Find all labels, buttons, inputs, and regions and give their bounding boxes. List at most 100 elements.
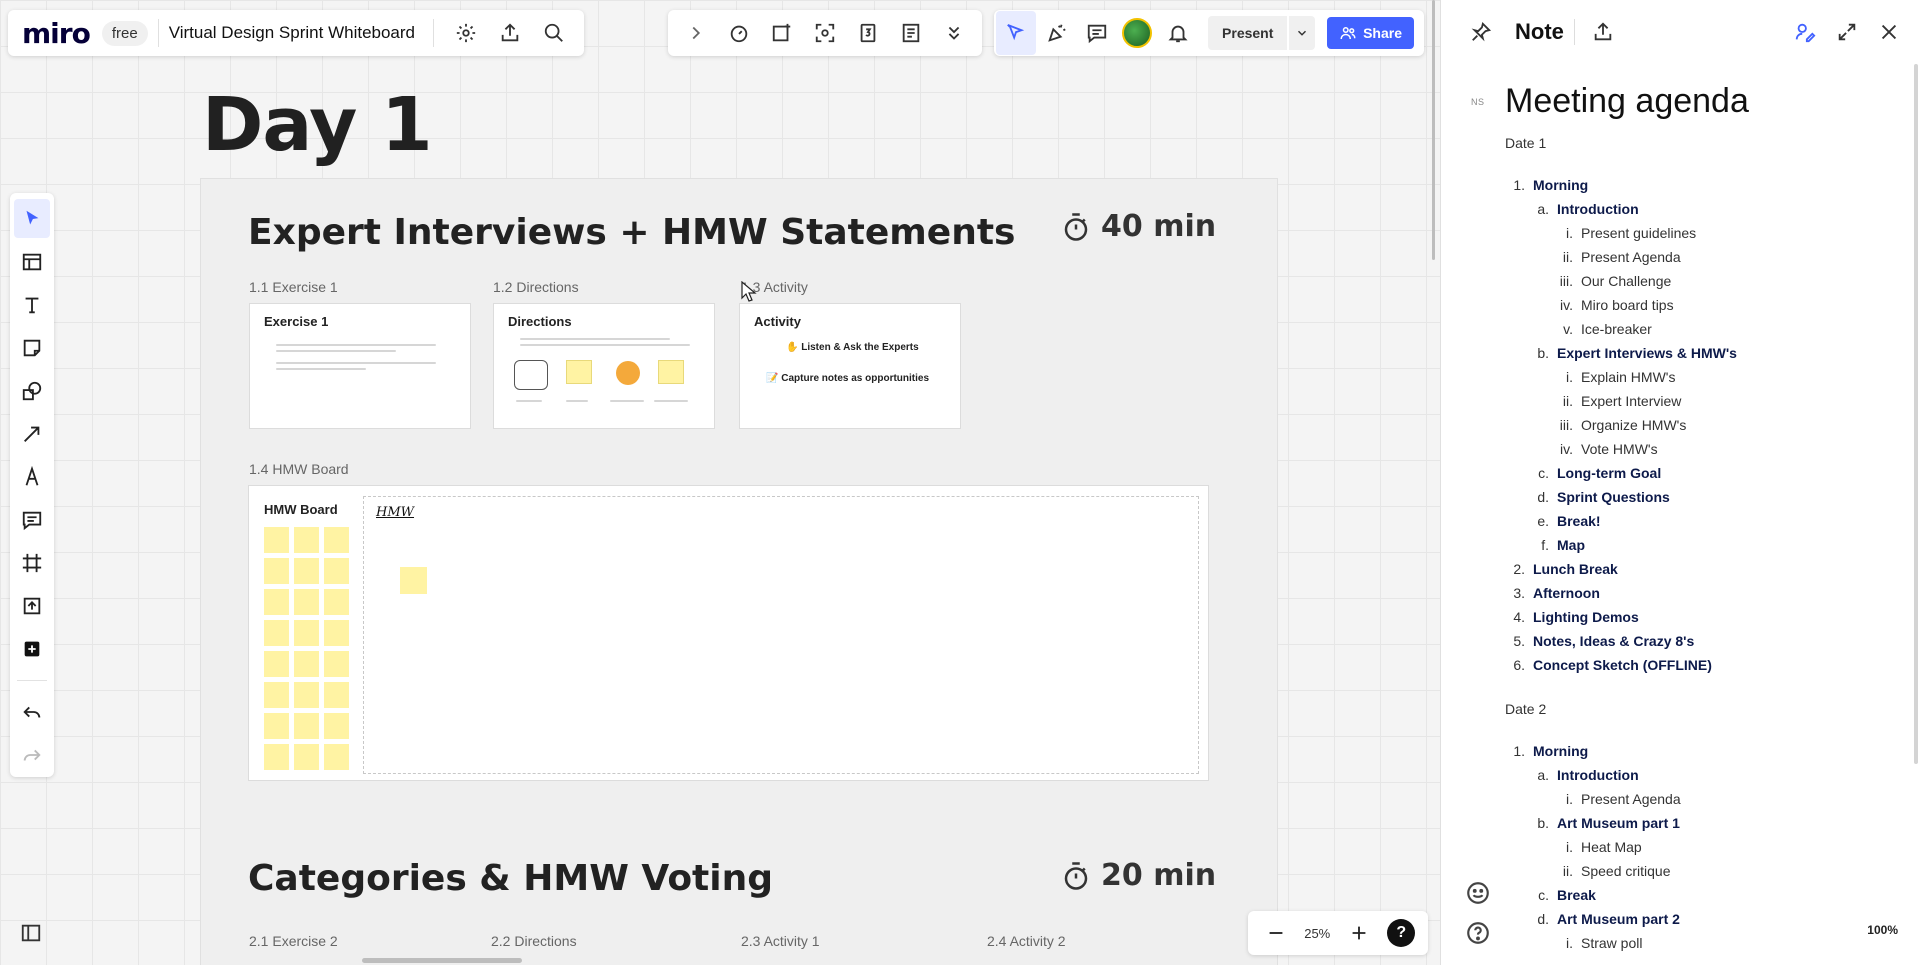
sticky-note[interactable]: [294, 713, 319, 739]
sticky-note[interactable]: [294, 682, 319, 708]
sticky-note[interactable]: [294, 527, 319, 553]
sticky-note[interactable]: [324, 744, 349, 770]
sticky-note[interactable]: [264, 620, 289, 646]
focus-button[interactable]: [803, 11, 846, 55]
shapes-tool[interactable]: [14, 371, 50, 410]
agenda-item[interactable]: e. Break!: [1505, 509, 1885, 533]
agenda-item[interactable]: i. Heat Map: [1505, 835, 1885, 859]
agenda-item[interactable]: 6. Concept Sketch (OFFLINE): [1505, 653, 1885, 677]
agenda-item[interactable]: ii. Speed critique: [1505, 859, 1885, 883]
sticky-note[interactable]: [324, 620, 349, 646]
miro-logo[interactable]: miro: [22, 17, 91, 50]
text-tool[interactable]: [14, 285, 50, 324]
user-avatar-button[interactable]: [1117, 11, 1157, 55]
export-button[interactable]: [488, 11, 532, 55]
zoom-in-button[interactable]: [1344, 911, 1374, 955]
timer-button[interactable]: [717, 11, 760, 55]
agenda-item[interactable]: f. Map: [1505, 533, 1885, 557]
connector-tool[interactable]: [14, 414, 50, 453]
zoom-level[interactable]: 25%: [1304, 926, 1330, 941]
present-button[interactable]: Present: [1208, 16, 1288, 50]
hmw-drop-area[interactable]: HMW: [363, 496, 1199, 774]
agenda-item[interactable]: d. Sprint Questions: [1505, 485, 1885, 509]
agenda-item[interactable]: c. Long-term Goal: [1505, 461, 1885, 485]
directions-card[interactable]: Directions: [493, 303, 715, 429]
sticky-note[interactable]: [324, 589, 349, 615]
frame-tool[interactable]: [14, 543, 50, 582]
board-title[interactable]: Virtual Design Sprint Whiteboard: [169, 23, 415, 43]
more-tools-button[interactable]: [933, 11, 976, 55]
export-note-button[interactable]: [1585, 14, 1621, 50]
sticky-note[interactable]: [264, 651, 289, 677]
collapse-button[interactable]: [674, 11, 717, 55]
redo-button[interactable]: [14, 736, 50, 775]
pen-tool[interactable]: [14, 457, 50, 496]
plan-badge[interactable]: free: [101, 20, 148, 46]
reactions-button[interactable]: [1036, 11, 1076, 55]
note-content[interactable]: Meeting agenda Date 1 1. Morning a. Introdu…: [1505, 82, 1885, 955]
upload-tool[interactable]: [14, 586, 50, 625]
agenda-item[interactable]: d. Art Museum part 2: [1505, 907, 1885, 931]
close-button[interactable]: [1871, 14, 1907, 50]
agenda-item[interactable]: ii. Expert Interview: [1505, 389, 1885, 413]
activity-card[interactable]: Activity ✋ Listen & Ask the Experts 📝 Ca…: [739, 303, 961, 429]
comments-button[interactable]: [1077, 11, 1117, 55]
undo-button[interactable]: [14, 693, 50, 732]
agenda-item[interactable]: iv. Vote HMW's: [1505, 437, 1885, 461]
sticky-note[interactable]: [264, 682, 289, 708]
note-scrollbar[interactable]: [1914, 64, 1918, 764]
notes-button[interactable]: [890, 11, 933, 55]
emoji-button[interactable]: [1465, 880, 1491, 906]
vertical-scrollbar[interactable]: [1432, 0, 1435, 260]
agenda-item[interactable]: iii. Organize HMW's: [1505, 413, 1885, 437]
sticky-note[interactable]: [294, 620, 319, 646]
select-mode-button[interactable]: [996, 11, 1037, 55]
agenda-item[interactable]: 2. Lunch Break: [1505, 557, 1885, 581]
comment-tool[interactable]: [14, 500, 50, 539]
sticky-note[interactable]: [294, 589, 319, 615]
card-button[interactable]: [760, 11, 803, 55]
exercise-card[interactable]: Exercise 1: [249, 303, 471, 429]
agenda-item[interactable]: i. Straw poll: [1505, 931, 1885, 955]
pin-button[interactable]: [1463, 14, 1499, 50]
notifications-button[interactable]: [1158, 11, 1198, 55]
agenda-item[interactable]: b. Art Museum part 1: [1505, 811, 1885, 835]
editors-button[interactable]: [1787, 14, 1823, 50]
agenda-item[interactable]: 4. Lighting Demos: [1505, 605, 1885, 629]
agenda-item[interactable]: iv. Miro board tips: [1505, 293, 1885, 317]
agenda-item[interactable]: 1. Morning: [1505, 739, 1885, 763]
sticky-note[interactable]: [264, 713, 289, 739]
sticky-note[interactable]: [324, 527, 349, 553]
help-button[interactable]: ?: [1387, 919, 1416, 947]
board-canvas[interactable]: Day 1 Expert Interviews + HMW Statements…: [0, 0, 1440, 965]
expand-button[interactable]: [1829, 14, 1865, 50]
sticky-note-tool[interactable]: [14, 328, 50, 367]
agenda-item[interactable]: iii. Our Challenge: [1505, 269, 1885, 293]
sticky-note[interactable]: [264, 558, 289, 584]
agenda-item[interactable]: 5. Notes, Ideas & Crazy 8's: [1505, 629, 1885, 653]
share-button[interactable]: Share: [1327, 17, 1415, 49]
agenda-item[interactable]: a. Introduction: [1505, 763, 1885, 787]
agenda-item[interactable]: 3. Afternoon: [1505, 581, 1885, 605]
agenda-item[interactable]: a. Introduction: [1505, 197, 1885, 221]
agenda-item[interactable]: i. Present guidelines: [1505, 221, 1885, 245]
sticky-note[interactable]: [400, 567, 427, 594]
countdown-button[interactable]: [847, 11, 890, 55]
agenda-item[interactable]: i. Present Agenda: [1505, 787, 1885, 811]
sticky-note-stack[interactable]: [264, 527, 349, 770]
present-options-button[interactable]: [1289, 16, 1316, 50]
search-button[interactable]: [532, 11, 576, 55]
sticky-note[interactable]: [294, 651, 319, 677]
board-panel-toggle[interactable]: [16, 918, 46, 948]
note-help-button[interactable]: [1465, 920, 1491, 946]
settings-button[interactable]: [444, 11, 488, 55]
agenda-item[interactable]: c. Break: [1505, 883, 1885, 907]
hmw-board[interactable]: HMW Board HMW: [248, 485, 1209, 781]
sticky-note[interactable]: [294, 558, 319, 584]
zoom-out-button[interactable]: [1261, 911, 1291, 955]
agenda-item[interactable]: v. Ice-breaker: [1505, 317, 1885, 341]
note-zoom-level[interactable]: 100%: [1867, 923, 1898, 937]
sticky-note[interactable]: [264, 527, 289, 553]
agenda-item[interactable]: i. Explain HMW's: [1505, 365, 1885, 389]
sticky-note[interactable]: [294, 744, 319, 770]
